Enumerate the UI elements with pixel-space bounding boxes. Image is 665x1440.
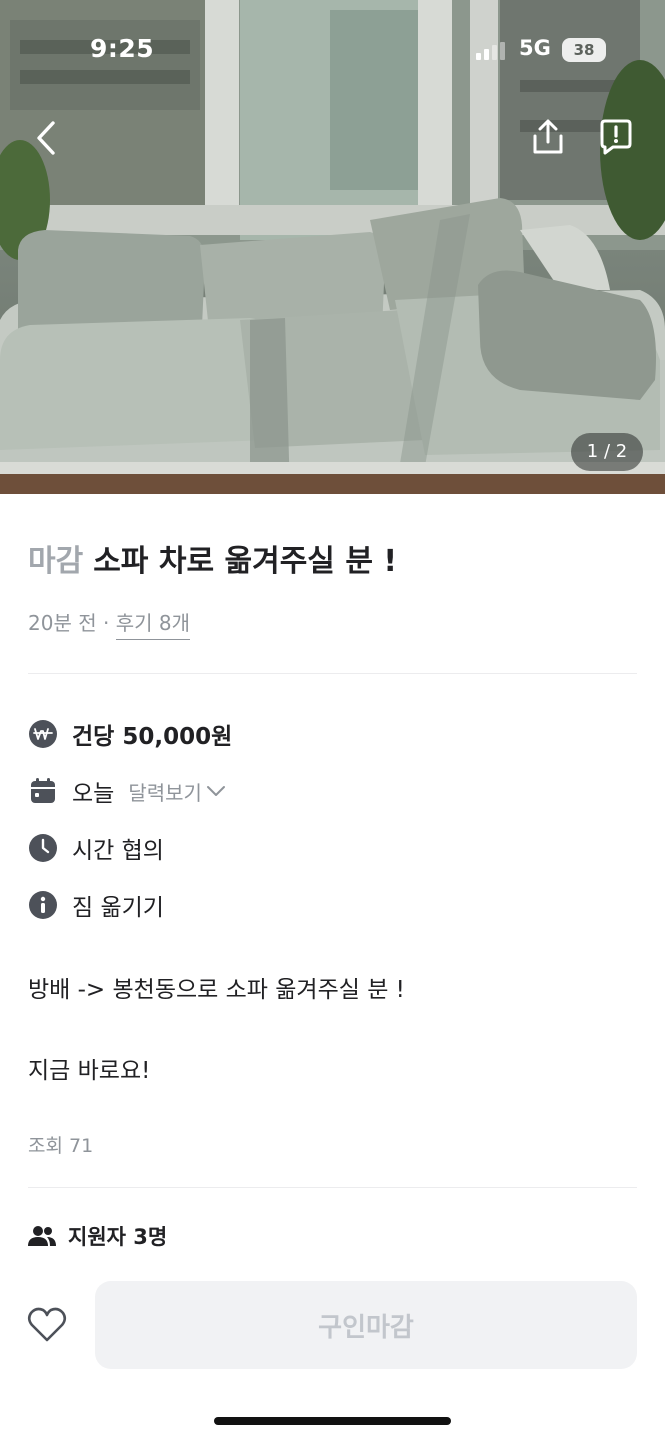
price-text: 건당 50,000원 xyxy=(72,724,233,750)
category-text: 짐 옮기기 xyxy=(72,895,164,921)
category-row: 짐 옮기기 xyxy=(28,889,164,921)
sofa-photo xyxy=(0,0,665,494)
like-button[interactable] xyxy=(24,1302,70,1348)
clock-icon xyxy=(28,833,58,863)
image-counter: 1 / 2 xyxy=(571,433,643,471)
date-row: 오늘 달력보기 xyxy=(28,775,226,807)
divider xyxy=(28,1187,637,1188)
view-count: 조회 71 xyxy=(28,1135,94,1157)
status-time: 9:25 xyxy=(90,34,155,63)
closed-status-label: 마감 xyxy=(28,544,84,579)
report-button[interactable] xyxy=(594,115,638,159)
share-icon xyxy=(533,119,563,154)
applicants-row: 지원자 3명 xyxy=(28,1221,167,1251)
price-row: 건당 50,000원 xyxy=(28,718,232,750)
info-icon xyxy=(28,890,58,920)
hire-closed-button[interactable]: 구인마감 xyxy=(95,1281,637,1369)
time-row: 시간 협의 xyxy=(28,832,164,864)
post-title: 마감 소파 차로 옮겨주실 분 ! xyxy=(28,536,397,580)
heart-icon xyxy=(27,1307,67,1342)
time-text: 시간 협의 xyxy=(72,838,164,864)
people-icon xyxy=(28,1226,56,1246)
battery-indicator: 38 xyxy=(562,38,606,62)
won-coin-icon xyxy=(28,719,58,749)
calendar-icon xyxy=(28,776,58,806)
status-bar: 9:25 5G 38 xyxy=(0,30,665,70)
divider xyxy=(28,673,637,674)
signal-icon xyxy=(476,42,505,60)
posted-time: 20분 전 xyxy=(28,611,97,635)
back-button[interactable] xyxy=(24,116,68,160)
description-line-1: 방배 -> 봉천동으로 소파 옮겨주실 분 ! xyxy=(28,977,405,1003)
home-indicator xyxy=(214,1417,451,1425)
reviews-link[interactable]: 후기 8개 xyxy=(115,607,190,640)
date-text: 오늘 xyxy=(72,781,115,807)
applicants-label: 지원자 3명 xyxy=(68,1225,168,1249)
post-title-text: 소파 차로 옮겨주실 분 ! xyxy=(93,544,398,579)
description-line-2: 지금 바로요! xyxy=(28,1058,151,1084)
photo-gallery[interactable]: 9:25 5G 38 1 / 2 xyxy=(0,0,665,494)
share-button[interactable] xyxy=(526,115,570,159)
calendar-link[interactable]: 달력보기 xyxy=(128,777,226,806)
report-icon xyxy=(600,119,632,155)
meta-separator: · xyxy=(102,611,110,635)
network-label: 5G xyxy=(519,36,551,60)
chevron-left-icon xyxy=(37,121,55,155)
post-meta: 20분 전 · 후기 8개 xyxy=(28,607,190,640)
chevron-down-icon xyxy=(206,786,225,796)
calendar-link-label: 달력보기 xyxy=(128,780,202,805)
